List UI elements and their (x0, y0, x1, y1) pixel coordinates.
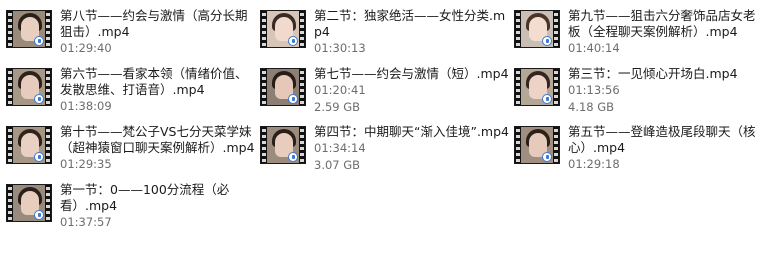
video-file-item[interactable]: 第一节：0——100分流程（必看）.mp4 01:37:57 (6, 182, 256, 240)
file-name: 第一节：0——100分流程（必看）.mp4 (60, 182, 230, 213)
video-thumbnail (514, 68, 560, 106)
file-info: 第二节：独家绝活——女性分类.mp4 01:30:13 (314, 8, 510, 57)
cloud-sync-icon (34, 152, 44, 162)
video-file-item[interactable]: 第九节——狙击六分奢饰品店女老板（全程聊天案例解析）.mp4 01:40:14 (514, 8, 764, 66)
file-size: 3.07 GB (314, 158, 361, 172)
thumbnail-frame (521, 127, 553, 163)
video-thumbnail (514, 10, 560, 48)
file-info: 第一节：0——100分流程（必看）.mp4 01:37:57 (60, 182, 256, 231)
film-strip-right (299, 127, 305, 163)
file-info: 第四节：中期聊天“渐入佳境”.mp4 01:34:14 3.07 GB (314, 124, 510, 174)
thumbnail-frame (13, 185, 45, 221)
film-strip-right (45, 185, 51, 221)
video-thumbnail (260, 10, 306, 48)
cloud-sync-icon (288, 94, 298, 104)
film-strip-right (553, 127, 559, 163)
cloud-sync-icon (34, 94, 44, 104)
cloud-sync-icon (542, 152, 552, 162)
video-thumbnail (6, 184, 52, 222)
file-duration: 01:30:13 (314, 41, 366, 55)
file-name: 第五节——登峰造极尾段聊天（核心）.mp4 (568, 124, 756, 155)
file-info: 第十节——梵公子VS七分天菜学妹（超神猿窗口聊天案例解析）.mp4 01:29:3… (60, 124, 256, 173)
file-grid: 第八节——约会与激情（高分长期狙击）.mp4 01:29:40 第二节：独家绝活——… (0, 0, 769, 258)
thumbnail-frame (13, 127, 45, 163)
file-duration: 01:13:56 (568, 83, 620, 97)
file-duration: 01:38:09 (60, 99, 112, 113)
video-file-item[interactable]: 第八节——约会与激情（高分长期狙击）.mp4 01:29:40 (6, 8, 256, 66)
film-strip-right (553, 11, 559, 47)
film-strip-right (45, 69, 51, 105)
video-file-item[interactable]: 第二节：独家绝活——女性分类.mp4 01:30:13 (260, 8, 510, 66)
video-file-item[interactable]: 第七节——约会与激情（短）.mp4 01:20:41 2.59 GB (260, 66, 510, 124)
video-thumbnail (260, 126, 306, 164)
thumbnail-frame (13, 69, 45, 105)
video-file-item[interactable]: 第四节：中期聊天“渐入佳境”.mp4 01:34:14 3.07 GB (260, 124, 510, 182)
file-info: 第七节——约会与激情（短）.mp4 01:20:41 2.59 GB (314, 66, 510, 116)
film-strip-right (553, 69, 559, 105)
file-info: 第三节：一见倾心开场白.mp4 01:13:56 4.18 GB (568, 66, 764, 116)
file-name: 第四节：中期聊天“渐入佳境”.mp4 (314, 124, 509, 139)
video-file-item[interactable]: 第五节——登峰造极尾段聊天（核心）.mp4 01:29:18 (514, 124, 764, 182)
film-strip-right (45, 11, 51, 47)
video-thumbnail (6, 10, 52, 48)
cloud-sync-icon (34, 36, 44, 46)
cloud-sync-icon (288, 152, 298, 162)
video-thumbnail (6, 126, 52, 164)
file-name: 第八节——约会与激情（高分长期狙击）.mp4 (60, 8, 248, 39)
file-size: 2.59 GB (314, 100, 361, 114)
cloud-sync-icon (288, 36, 298, 46)
thumbnail-frame (267, 69, 299, 105)
file-info: 第八节——约会与激情（高分长期狙击）.mp4 01:29:40 (60, 8, 256, 57)
file-name: 第九节——狙击六分奢饰品店女老板（全程聊天案例解析）.mp4 (568, 8, 756, 39)
file-duration: 01:20:41 (314, 83, 366, 97)
file-name: 第七节——约会与激情（短）.mp4 (314, 66, 509, 81)
file-duration: 01:37:57 (60, 215, 112, 229)
file-info: 第六节——看家本领（情绪价值、发散思维、打语音）.mp4 01:38:09 (60, 66, 256, 115)
film-strip-right (299, 69, 305, 105)
thumbnail-frame (267, 127, 299, 163)
file-info: 第九节——狙击六分奢饰品店女老板（全程聊天案例解析）.mp4 01:40:14 (568, 8, 764, 57)
thumbnail-frame (521, 11, 553, 47)
video-thumbnail (260, 68, 306, 106)
video-thumbnail (514, 126, 560, 164)
cloud-sync-icon (542, 94, 552, 104)
cloud-sync-icon (542, 36, 552, 46)
file-duration: 01:29:40 (60, 41, 112, 55)
file-name: 第六节——看家本领（情绪价值、发散思维、打语音）.mp4 (60, 66, 248, 97)
film-strip-right (299, 11, 305, 47)
file-duration: 01:29:35 (60, 157, 112, 171)
file-name: 第三节：一见倾心开场白.mp4 (568, 66, 738, 81)
cloud-sync-icon (34, 210, 44, 220)
video-file-item[interactable]: 第十节——梵公子VS七分天菜学妹（超神猿窗口聊天案例解析）.mp4 01:29:3… (6, 124, 256, 182)
thumbnail-frame (13, 11, 45, 47)
file-duration: 01:34:14 (314, 141, 366, 155)
film-strip-right (45, 127, 51, 163)
video-file-item[interactable]: 第三节：一见倾心开场白.mp4 01:13:56 4.18 GB (514, 66, 764, 124)
file-size: 4.18 GB (568, 100, 615, 114)
file-name: 第十节——梵公子VS七分天菜学妹（超神猿窗口聊天案例解析）.mp4 (60, 124, 255, 155)
file-name: 第二节：独家绝活——女性分类.mp4 (314, 8, 506, 39)
file-info: 第五节——登峰造极尾段聊天（核心）.mp4 01:29:18 (568, 124, 764, 173)
file-duration: 01:40:14 (568, 41, 620, 55)
video-file-item[interactable]: 第六节——看家本领（情绪价值、发散思维、打语音）.mp4 01:38:09 (6, 66, 256, 124)
thumbnail-frame (521, 69, 553, 105)
video-thumbnail (6, 68, 52, 106)
file-duration: 01:29:18 (568, 157, 620, 171)
thumbnail-frame (267, 11, 299, 47)
